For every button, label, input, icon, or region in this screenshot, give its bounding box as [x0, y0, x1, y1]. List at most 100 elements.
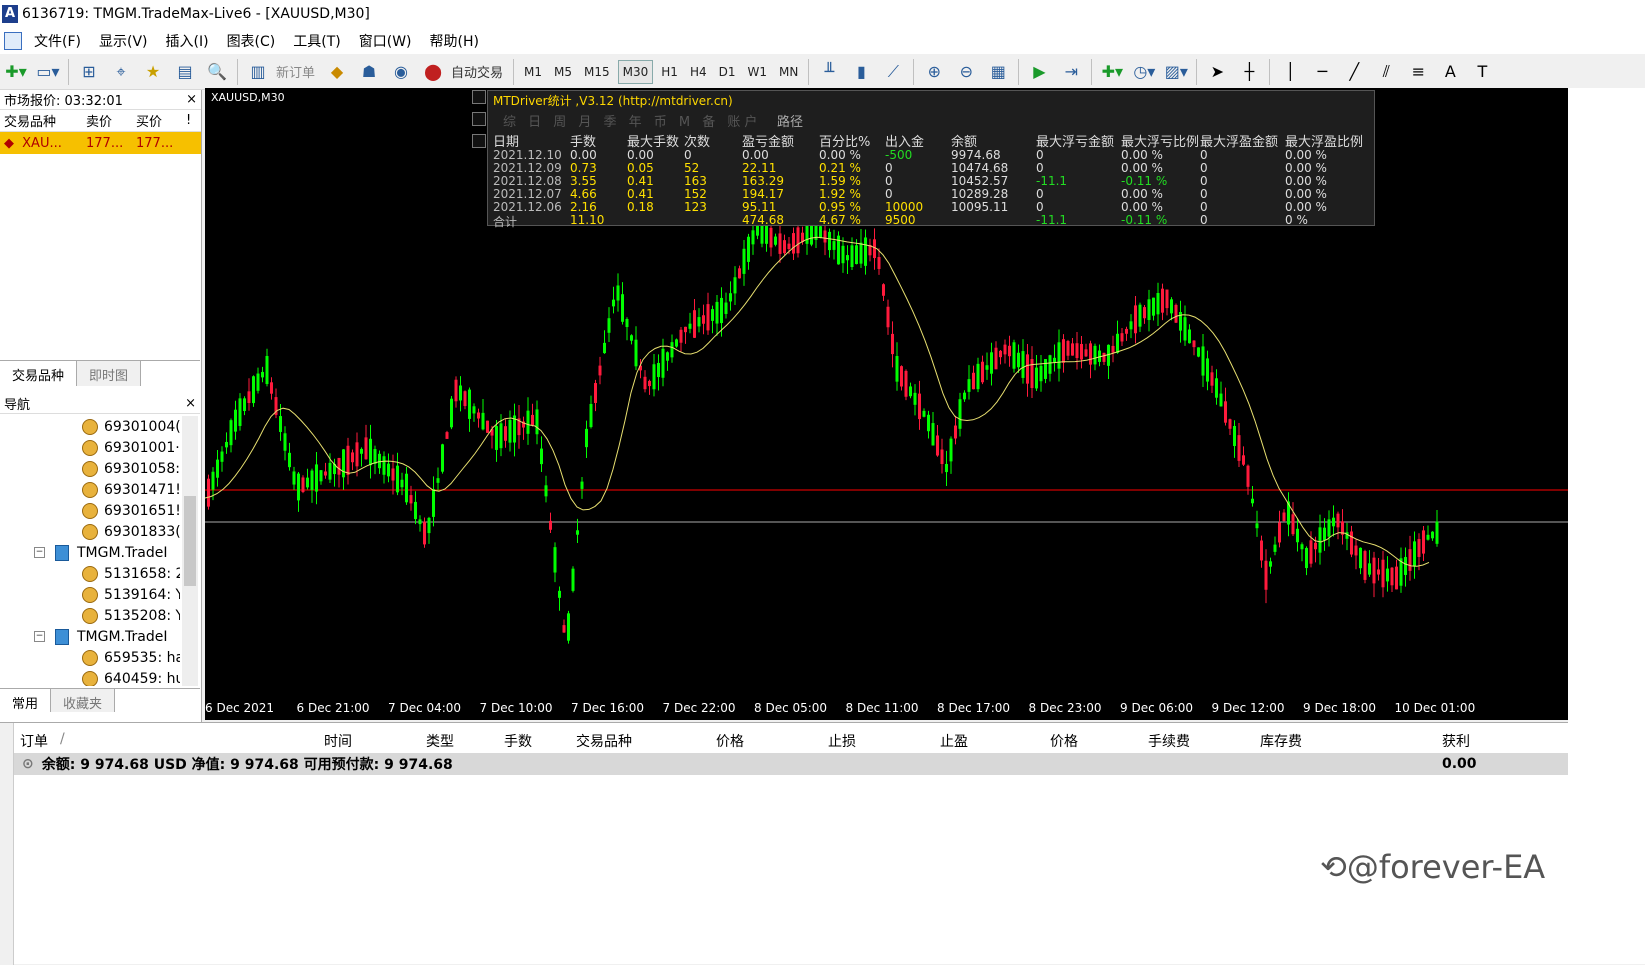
navigator-account[interactable]: 69301651!	[0, 500, 180, 521]
navigator-account[interactable]: 5131658: 2	[0, 563, 180, 584]
candle-body	[612, 299, 615, 307]
menu-file[interactable]: 文件(F)	[34, 31, 81, 51]
navigator-scrollbar[interactable]	[182, 416, 198, 686]
tab-symbols[interactable]: 交易品种	[0, 361, 78, 386]
menu-window[interactable]: 窗口(W)	[359, 31, 412, 51]
column-ask[interactable]: 买价	[132, 111, 182, 130]
new-chart-icon[interactable]: ✚▾	[2, 59, 30, 85]
column-time[interactable]: 时间	[324, 731, 352, 751]
column-sl[interactable]: 止损	[828, 731, 856, 751]
market-watch-row[interactable]: ◆ XAU... 177... 177...	[0, 132, 201, 154]
tile-windows-icon[interactable]: ▦	[984, 59, 1012, 85]
timeframe-m1[interactable]: M1	[520, 61, 546, 83]
navigator-account[interactable]: 69301001·	[0, 437, 180, 458]
scrollbar-thumb[interactable]	[184, 496, 196, 586]
collapse-icon[interactable]: −	[34, 547, 45, 558]
navigator-account[interactable]: 69301471!	[0, 479, 180, 500]
column-symbol[interactable]: 交易品种	[0, 111, 82, 130]
auto-trading-button[interactable]: 自动交易	[451, 62, 503, 81]
column-bid[interactable]: 卖价	[82, 111, 132, 130]
menu-help[interactable]: 帮助(H)	[430, 31, 479, 51]
timeframe-m5[interactable]: M5	[550, 61, 576, 83]
column-order[interactable]: 订单	[20, 731, 48, 751]
crosshair-icon[interactable]: ⌖	[107, 59, 135, 85]
navigator-icon[interactable]: ★	[139, 59, 167, 85]
tester-icon[interactable]: 🔍	[203, 59, 231, 85]
column-price[interactable]: 价格	[716, 731, 744, 751]
zoom-in-icon[interactable]: ⊕	[920, 59, 948, 85]
navigator-server[interactable]: − TMGM.TradeI	[0, 626, 180, 647]
timeframe-h1[interactable]: H1	[657, 61, 682, 83]
column-current-price[interactable]: 价格	[1050, 731, 1078, 751]
timeframe-m30[interactable]: M30	[617, 59, 654, 84]
trendline-icon[interactable]: ╱	[1340, 59, 1368, 85]
minimize-icon[interactable]	[472, 90, 486, 104]
line-chart-icon[interactable]: ⟋	[879, 59, 907, 85]
cursor-icon[interactable]: ➤	[1203, 59, 1231, 85]
column-swap[interactable]: 库存费	[1260, 731, 1302, 751]
menu-view[interactable]: 显示(V)	[99, 31, 148, 51]
navigator-account[interactable]: 640459: hu	[0, 668, 180, 686]
auto-trading-icon[interactable]: ⬤	[419, 59, 447, 85]
profiles-icon[interactable]: ▭▾	[34, 59, 62, 85]
new-order-button[interactable]: 新订单	[276, 62, 315, 81]
navigator-server[interactable]: − TMGM.TradeI	[0, 542, 180, 563]
timeframe-h4[interactable]: H4	[686, 61, 711, 83]
auto-scroll-icon[interactable]: ▶	[1025, 59, 1053, 85]
navigator-account[interactable]: 69301058:	[0, 458, 180, 479]
expand-icon[interactable]	[472, 134, 486, 148]
equidistant-channel-icon[interactable]: ⫽	[1372, 59, 1400, 85]
mtdriver-stats-panel[interactable]: MTDriver统计 ,V3.12 (http://mtdriver.cn) 综…	[487, 90, 1375, 229]
stats-path-label[interactable]: 路径	[777, 111, 803, 130]
periods-icon[interactable]: ◷▾	[1130, 59, 1158, 85]
signals-icon[interactable]: ☗	[355, 59, 383, 85]
candlestick-icon[interactable]: ▮	[847, 59, 875, 85]
navigator-account[interactable]: 659535: ha	[0, 647, 180, 668]
navigator-account[interactable]: 69301004(	[0, 416, 180, 437]
menu-tools[interactable]: 工具(T)	[293, 31, 340, 51]
templates-icon[interactable]: ▨▾	[1162, 59, 1190, 85]
column-type[interactable]: 类型	[426, 731, 454, 751]
column-lots[interactable]: 手数	[504, 731, 532, 751]
new-order-icon[interactable]: ▥	[244, 59, 272, 85]
document-icon[interactable]	[4, 32, 22, 50]
navigator-account[interactable]: 5139164: Y	[0, 584, 180, 605]
column-profit[interactable]: 获利	[1442, 731, 1470, 751]
tab-common[interactable]: 常用	[0, 689, 52, 712]
timeframe-mn[interactable]: MN	[775, 61, 802, 83]
market-icon[interactable]: ◉	[387, 59, 415, 85]
menu-insert[interactable]: 插入(I)	[166, 31, 209, 51]
balance-row[interactable]: ⊙ 余额: 9 974.68 USD 净值: 9 974.68 可用预付款: 9…	[14, 753, 1568, 775]
tab-favorites[interactable]: 收藏夹	[51, 689, 116, 712]
navigator-account[interactable]: 69301833(	[0, 521, 180, 542]
tab-tick-chart[interactable]: 即时图	[77, 361, 142, 386]
stats-period-menu[interactable]: 综 日 周 月 季 年 币 M 备 账户	[503, 111, 761, 130]
bar-chart-icon[interactable]: ╨	[815, 59, 843, 85]
column-spread[interactable]: !	[182, 113, 195, 128]
timeframe-w1[interactable]: W1	[744, 61, 772, 83]
column-commission[interactable]: 手续费	[1148, 731, 1190, 751]
zoom-out-icon[interactable]: ⊖	[952, 59, 980, 85]
horizontal-line-icon[interactable]: ─	[1308, 59, 1336, 85]
vertical-line-icon[interactable]: │	[1276, 59, 1304, 85]
text-tool-icon[interactable]: A	[1436, 59, 1464, 85]
timeframe-m15[interactable]: M15	[580, 61, 614, 83]
close-icon[interactable]: ×	[186, 92, 197, 107]
column-tp[interactable]: 止盈	[940, 731, 968, 751]
fibonacci-icon[interactable]: ≡	[1404, 59, 1432, 85]
indicators-icon[interactable]: ✚▾	[1098, 59, 1126, 85]
crosshair-tool-icon[interactable]: ┼	[1235, 59, 1263, 85]
settings-icon[interactable]	[472, 112, 486, 126]
metaeditor-icon[interactable]: ◆	[323, 59, 351, 85]
timeframe-d1[interactable]: D1	[715, 61, 740, 83]
navigator-account[interactable]: 5135208: Y	[0, 605, 180, 626]
menu-charts[interactable]: 图表(C)	[227, 31, 276, 51]
chart-shift-icon[interactable]: ⇥	[1057, 59, 1085, 85]
text-label-icon[interactable]: T	[1468, 59, 1496, 85]
column-symbol[interactable]: 交易品种	[576, 731, 632, 751]
close-icon[interactable]: ×	[185, 396, 196, 411]
candle-body	[1170, 299, 1173, 314]
collapse-icon[interactable]: −	[34, 631, 45, 642]
terminal-icon[interactable]: ▤	[171, 59, 199, 85]
market-watch-icon[interactable]: ⊞	[75, 59, 103, 85]
